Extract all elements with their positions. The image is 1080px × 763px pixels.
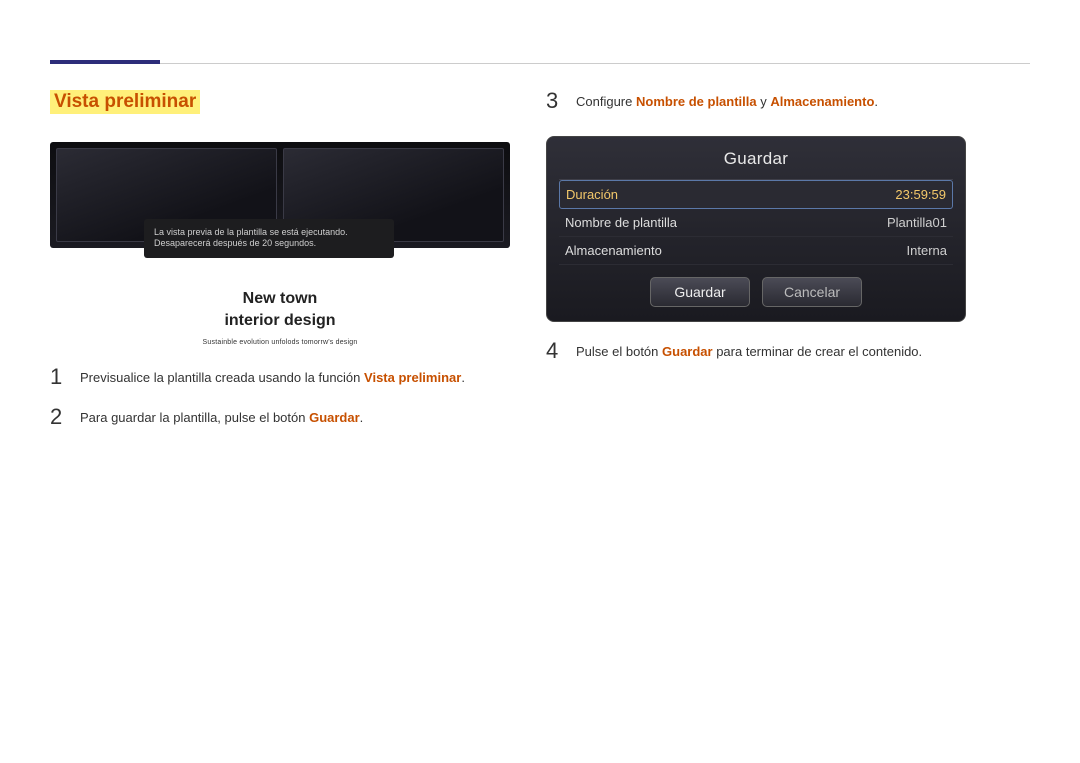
header-rule — [50, 40, 1030, 64]
preview-running-toast: La vista previa de la plantilla se está … — [144, 219, 394, 258]
dialog-row-almacenamiento-value: Interna — [907, 243, 947, 258]
step-4-text-pre: Pulse el botón — [576, 344, 662, 359]
dialog-title: Guardar — [559, 147, 953, 179]
cancelar-button[interactable]: Cancelar — [762, 277, 862, 307]
dialog-row-nombre-value: Plantilla01 — [887, 215, 947, 230]
step-3-highlight-2: Almacenamiento — [770, 94, 874, 109]
step-4: 4 Pulse el botón Guardar para terminar d… — [546, 340, 1030, 362]
step-3-text-mid: y — [757, 94, 771, 109]
step-4-text-post: para terminar de crear el contenido. — [713, 344, 923, 359]
caption-subtitle: Sustainble evolution unfolods tomorrw's … — [50, 339, 510, 346]
dialog-row-duracion-label: Duración — [566, 187, 618, 202]
step-3-highlight-1: Nombre de plantilla — [636, 94, 757, 109]
caption-title-line1: New town — [50, 288, 510, 310]
dialog-row-almacenamiento[interactable]: Almacenamiento Interna — [559, 237, 953, 265]
caption-title-line2: interior design — [50, 310, 510, 332]
step-2-number: 2 — [50, 406, 64, 428]
guardar-dialog: Guardar Duración 23:59:59 Nombre de plan… — [546, 136, 966, 322]
step-3-text-post: . — [874, 94, 878, 109]
preview-thumbnail: La vista previa de la plantilla se está … — [50, 142, 510, 248]
step-3-text-pre: Configure — [576, 94, 636, 109]
step-1-text-pre: Previsualice la plantilla creada usando … — [80, 370, 364, 385]
step-2: 2 Para guardar la plantilla, pulse el bo… — [50, 406, 510, 428]
step-2-highlight: Guardar — [309, 410, 360, 425]
step-1: 1 Previsualice la plantilla creada usand… — [50, 366, 510, 388]
step-4-highlight: Guardar — [662, 344, 713, 359]
step-2-text-post: . — [360, 410, 364, 425]
step-4-number: 4 — [546, 340, 560, 362]
step-1-number: 1 — [50, 366, 64, 388]
dialog-row-nombre-label: Nombre de plantilla — [565, 215, 677, 230]
dialog-row-duracion[interactable]: Duración 23:59:59 — [559, 180, 953, 209]
dialog-row-nombre[interactable]: Nombre de plantilla Plantilla01 — [559, 209, 953, 237]
step-1-highlight: Vista preliminar — [364, 370, 461, 385]
dialog-row-almacenamiento-label: Almacenamiento — [565, 243, 662, 258]
section-vista-preliminar-title: Vista preliminar — [50, 90, 200, 114]
guardar-button[interactable]: Guardar — [650, 277, 750, 307]
step-3: 3 Configure Nombre de plantilla y Almace… — [546, 90, 1030, 112]
dialog-row-duracion-value: 23:59:59 — [895, 187, 946, 202]
step-2-text-pre: Para guardar la plantilla, pulse el botó… — [80, 410, 309, 425]
step-1-text-post: . — [461, 370, 465, 385]
step-3-number: 3 — [546, 90, 560, 112]
